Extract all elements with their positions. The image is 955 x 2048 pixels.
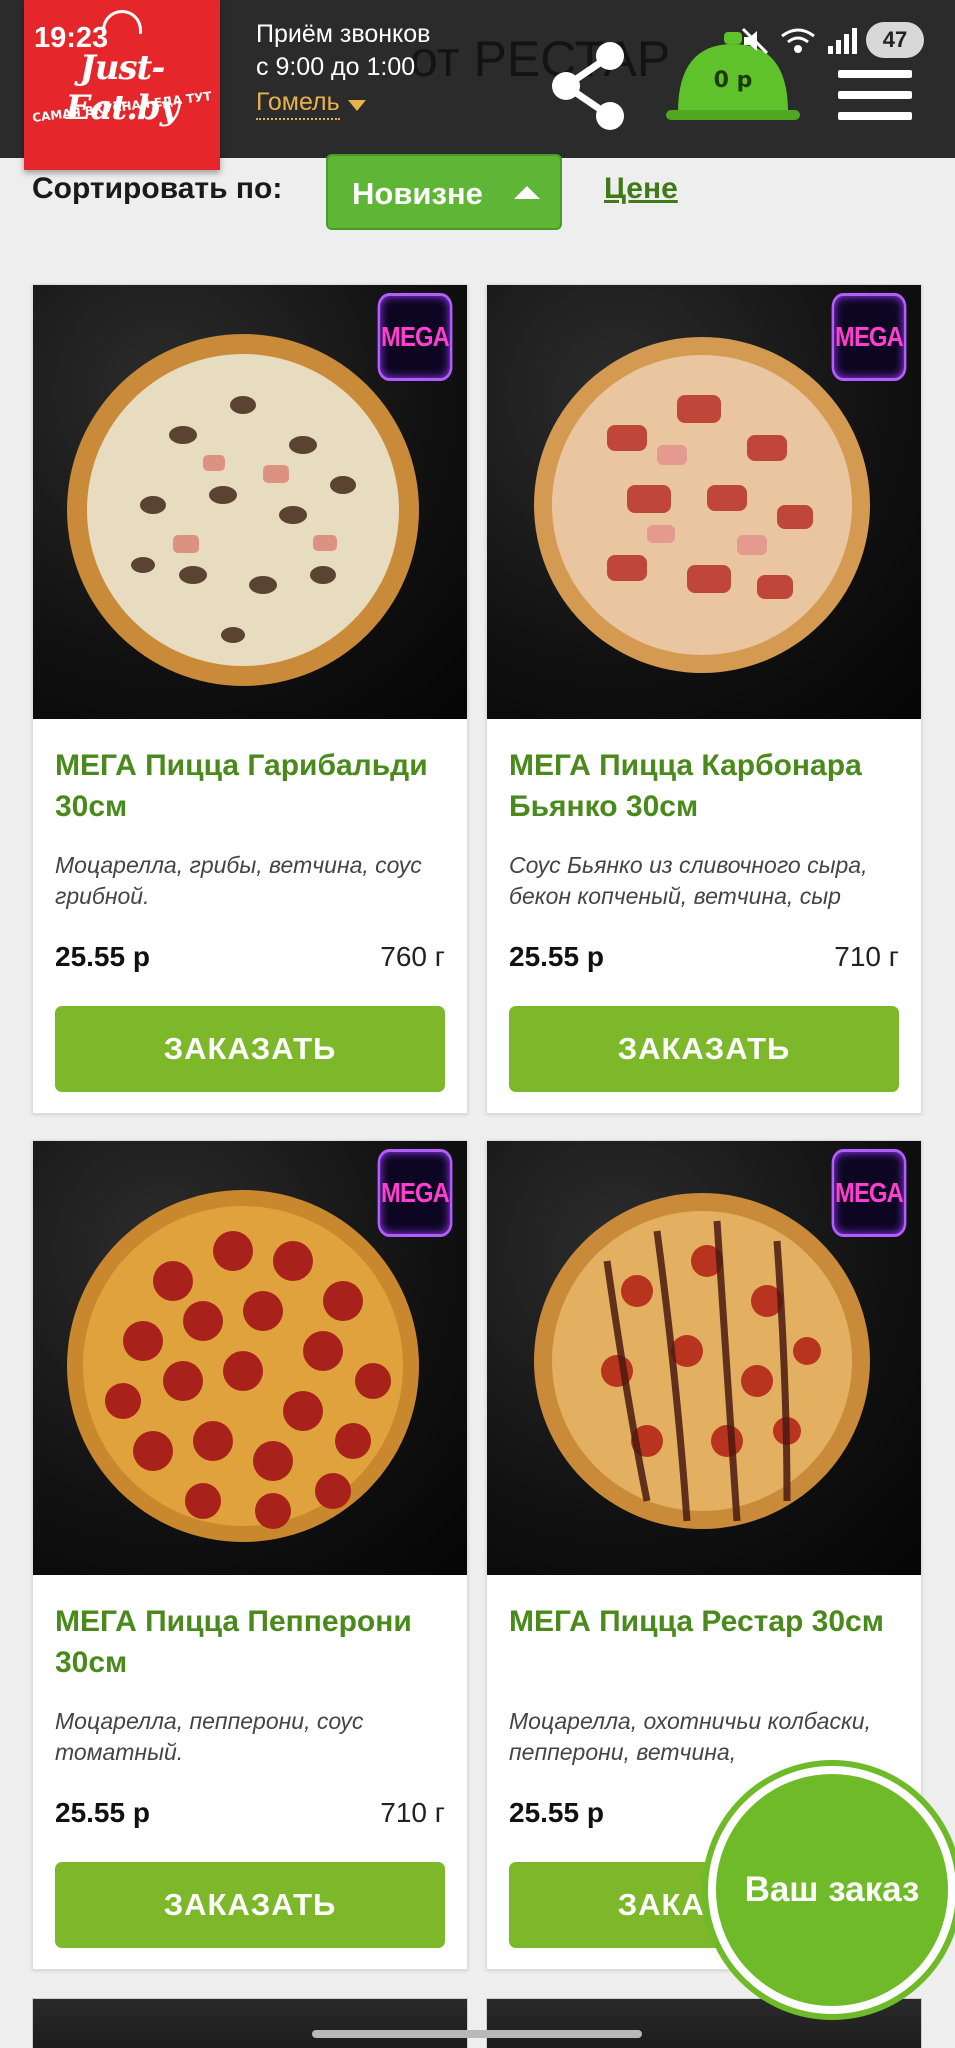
sort-active-label: Новизне — [352, 176, 483, 211]
product-price: 25.55 р — [55, 941, 150, 972]
share-icon — [552, 42, 624, 130]
status-time: 19:23 — [34, 22, 109, 54]
product-weight: 710 г — [380, 1797, 445, 1828]
sort-by-newest-button[interactable]: Новизне — [326, 154, 562, 230]
product-card[interactable]: MEGA МЕГА Пицца Пепперони 30см Моцарелла… — [32, 1140, 468, 1970]
product-card[interactable]: MEGA МЕГА Пицца Карбонара Бьянко 30см Со… — [486, 284, 922, 1114]
share-button[interactable] — [548, 40, 628, 130]
call-hours-line1: Приём звонков — [256, 20, 431, 48]
home-indicator[interactable] — [312, 2030, 642, 2038]
app-header: от РЕСТАР Just-Eat.by САМАЯ ВКУСНАЯ ЕДА … — [0, 0, 955, 170]
product-card-partial[interactable] — [32, 1998, 468, 2048]
wifi-icon — [781, 28, 815, 53]
mega-badge: MEGA — [377, 293, 453, 381]
caret-up-icon — [514, 186, 540, 199]
cart-total: 0 р — [713, 68, 753, 93]
mega-badge: MEGA — [831, 1149, 907, 1237]
product-title[interactable]: МЕГА Пицца Пепперони 30см — [55, 1601, 455, 1683]
menu-icon — [838, 70, 912, 78]
product-title[interactable]: МЕГА Пицца Карбонара Бьянко 30см — [509, 745, 909, 827]
product-title[interactable]: МЕГА Пицца Гарибальди 30см — [55, 745, 455, 827]
product-price: 25.55 р — [509, 1797, 604, 1828]
mega-badge: MEGA — [831, 293, 907, 381]
call-hours-line2: с 9:00 до 1:00 — [256, 53, 416, 81]
mega-badge: MEGA — [377, 1149, 453, 1237]
battery-indicator: 47 — [866, 22, 924, 58]
product-description: Моцарелла, грибы, ветчина, соус грибной. — [55, 852, 422, 909]
product-weight: 710 г — [834, 941, 899, 972]
order-button[interactable]: ЗАКАЗАТЬ — [509, 1006, 899, 1092]
city-selector[interactable]: Гомель — [256, 88, 340, 120]
product-photo[interactable]: MEGA — [33, 1141, 467, 1575]
product-description: Моцарелла, охотничьи колбаски, пепперони… — [509, 1708, 871, 1765]
product-description: Соус Бьянко из сливочного сыра, бекон ко… — [509, 852, 868, 909]
product-photo[interactable]: MEGA — [487, 1141, 921, 1575]
restaurant-title: от РЕСТАР — [410, 31, 671, 87]
product-card[interactable]: MEGA МЕГА Пицца Гарибальди 30см Моцарелл… — [32, 284, 468, 1114]
your-order-button[interactable]: Ваш заказ — [708, 1766, 955, 2014]
product-description: Моцарелла, пепперони, соус томатный. — [55, 1708, 364, 1765]
product-photo[interactable]: MEGA — [487, 285, 921, 719]
caret-down-icon — [348, 100, 366, 111]
product-title[interactable]: МЕГА Пицца Рестар 30см — [509, 1601, 909, 1642]
product-photo[interactable]: MEGA — [33, 285, 467, 719]
mute-icon — [741, 27, 769, 55]
menu-button[interactable] — [838, 70, 912, 120]
product-price: 25.55 р — [55, 1797, 150, 1828]
sort-by-price-link[interactable]: Цене — [604, 172, 678, 206]
call-hours: Приём звонков с 9:00 до 1:00 — [256, 18, 430, 84]
product-price: 25.55 р — [509, 941, 604, 972]
order-button[interactable]: ЗАКАЗАТЬ — [55, 1862, 445, 1948]
signal-icon — [828, 28, 857, 54]
product-weight: 760 г — [380, 941, 445, 972]
order-button[interactable]: ЗАКАЗАТЬ — [55, 1006, 445, 1092]
sort-label: Сортировать по: — [32, 172, 283, 205]
